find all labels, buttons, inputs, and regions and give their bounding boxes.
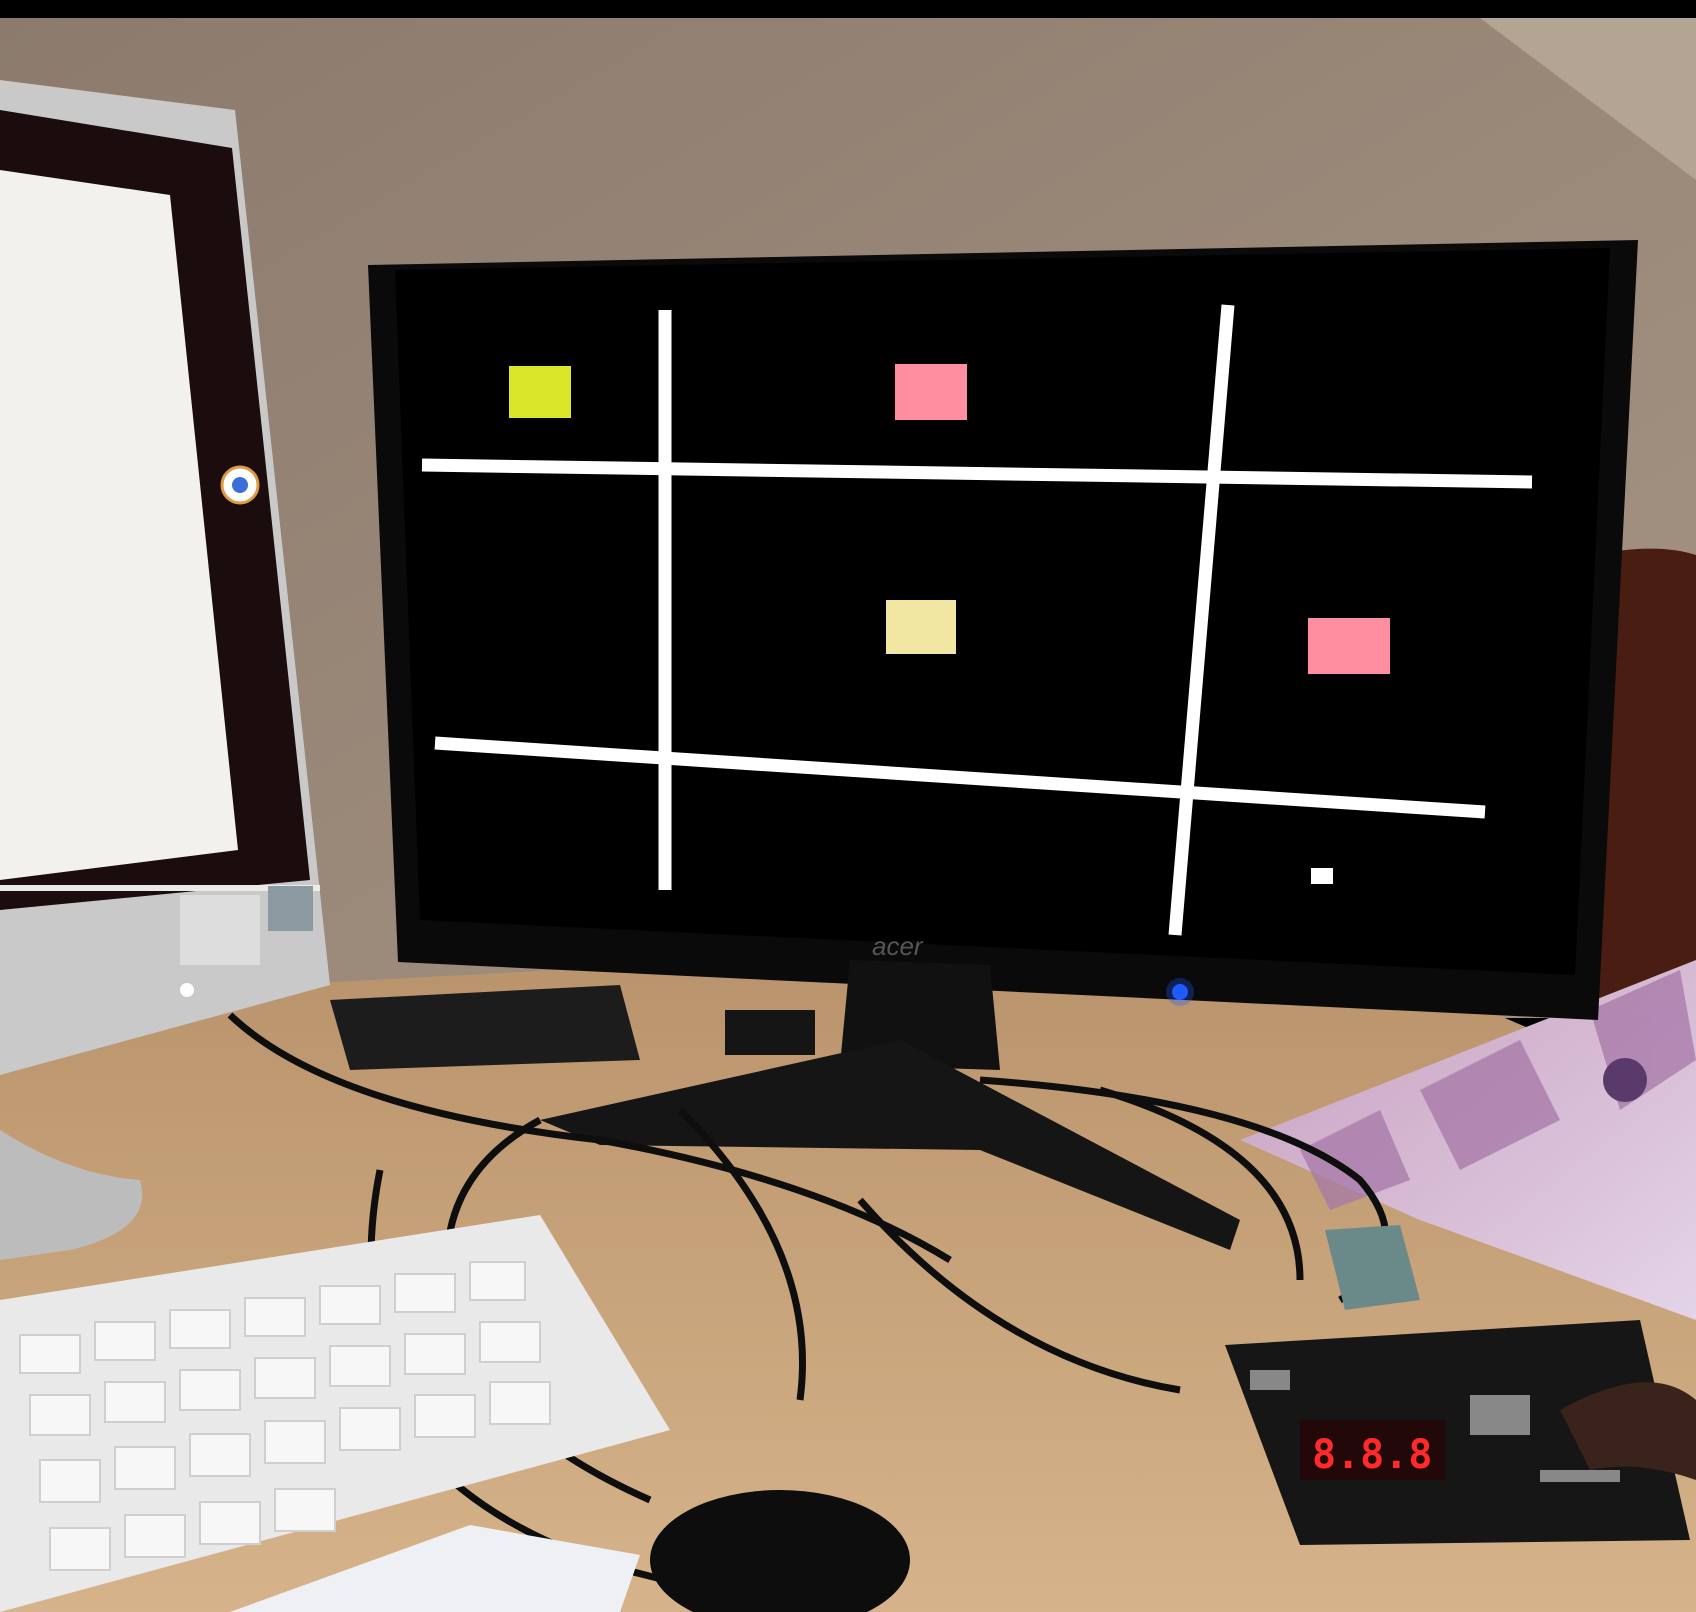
- scene-svg: acer 8.8.8: [0, 0, 1696, 1612]
- tile-r0-c1: [895, 364, 967, 420]
- photo-scene: acer 8.8.8: [0, 0, 1696, 1612]
- tile-r2-c2-cursor: [1311, 868, 1333, 884]
- fpga-board: 8.8.8: [1225, 1320, 1696, 1545]
- top-letterbox: [0, 0, 1696, 18]
- adapter-plug: [725, 1010, 815, 1055]
- seven-segment-value: 8.8.8: [1312, 1432, 1432, 1478]
- tile-r1-c1: [886, 600, 956, 654]
- power-brick: [330, 985, 640, 1070]
- status-light: [180, 983, 194, 997]
- sticker: [180, 895, 260, 965]
- blanket-flower: [1603, 1058, 1647, 1102]
- tile-r0-c0: [509, 366, 571, 418]
- monitor-screen: [395, 248, 1610, 975]
- monitor-brand-logo: acer: [872, 931, 924, 961]
- tile-r1-c2: [1308, 618, 1390, 674]
- webcam-panel: [268, 886, 313, 931]
